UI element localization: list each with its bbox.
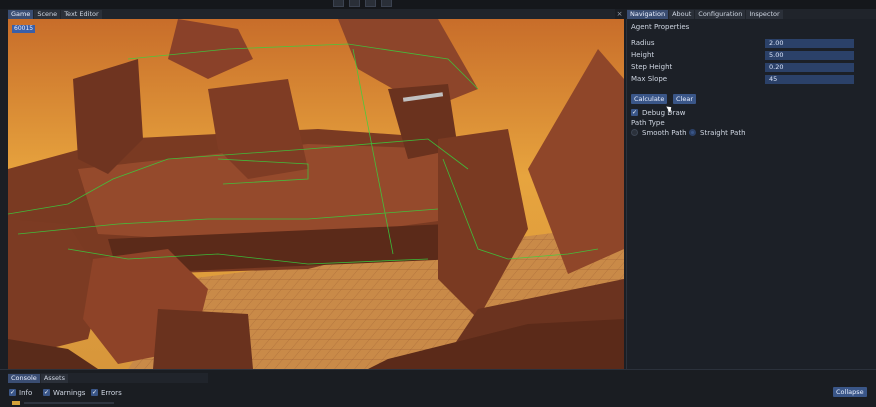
game-viewport[interactable]: 60015	[8, 19, 624, 369]
fps-badge: 60015	[12, 25, 36, 33]
property-label: Radius	[631, 39, 655, 47]
height-field[interactable]: 5.00	[765, 51, 854, 60]
property-step-height: Step Height 0.20	[631, 63, 875, 72]
step-icon[interactable]	[365, 0, 376, 7]
debug-draw-checkbox[interactable]: ✓	[631, 109, 638, 116]
tab-inspector[interactable]: Inspector	[746, 10, 783, 19]
console-panel: Console Assets ✓ Info ✓ Warnings ✓ Error…	[0, 369, 876, 407]
close-icon[interactable]: ×	[615, 9, 624, 19]
info-filter-checkbox[interactable]: ✓	[9, 389, 16, 396]
pause-icon[interactable]	[349, 0, 360, 7]
tab-scene[interactable]: Scene	[34, 10, 61, 19]
warnings-filter-label: Warnings	[53, 389, 86, 397]
inspector-tabbar: Navigation About Configuration Inspector	[627, 9, 876, 19]
property-label: Step Height	[631, 63, 673, 71]
property-max-slope: Max Slope 45	[631, 75, 875, 84]
smooth-path-radio[interactable]	[631, 129, 638, 136]
smooth-path-label: Smooth Path	[642, 129, 687, 137]
property-radius: Radius 2.00	[631, 39, 875, 48]
title-bar	[0, 0, 876, 9]
property-label: Max Slope	[631, 75, 668, 83]
path-type-label: Path Type	[631, 119, 665, 127]
info-filter-label: Info	[19, 389, 33, 397]
property-height: Height 5.00	[631, 51, 875, 60]
debug-draw-label: Debug Draw	[642, 109, 686, 117]
console-tabbar: Console Assets	[8, 373, 208, 383]
tab-navigation[interactable]: Navigation	[627, 10, 669, 19]
stop-icon[interactable]	[381, 0, 392, 7]
warnings-filter-checkbox[interactable]: ✓	[43, 389, 50, 396]
tab-text-editor[interactable]: Text Editor	[61, 10, 102, 19]
straight-path-label: Straight Path	[700, 129, 746, 137]
straight-path-radio[interactable]	[689, 129, 696, 136]
tab-configuration[interactable]: Configuration	[695, 10, 746, 19]
calculate-button[interactable]: Calculate	[631, 94, 668, 104]
errors-filter-checkbox[interactable]: ✓	[91, 389, 98, 396]
tab-game[interactable]: Game	[8, 10, 34, 19]
tab-assets[interactable]: Assets	[40, 374, 68, 383]
scene-render	[8, 19, 624, 369]
step-height-field[interactable]: 0.20	[765, 63, 854, 72]
viewport-tabbar: Game Scene Text Editor	[8, 9, 615, 19]
play-icon[interactable]	[333, 0, 344, 7]
clear-button[interactable]: Clear	[673, 94, 696, 104]
errors-filter-label: Errors	[101, 389, 122, 397]
max-slope-field[interactable]: 45	[765, 75, 854, 84]
tab-console[interactable]: Console	[8, 374, 40, 383]
log-line	[24, 402, 114, 404]
collapse-button[interactable]: Collapse	[833, 387, 867, 397]
warning-icon	[12, 401, 20, 405]
property-label: Height	[631, 51, 655, 59]
radius-field[interactable]: 2.00	[765, 39, 854, 48]
section-title: Agent Properties	[631, 23, 690, 31]
navigation-panel: Agent Properties Radius 2.00 Height 5.00…	[626, 19, 876, 369]
tab-about[interactable]: About	[669, 10, 695, 19]
